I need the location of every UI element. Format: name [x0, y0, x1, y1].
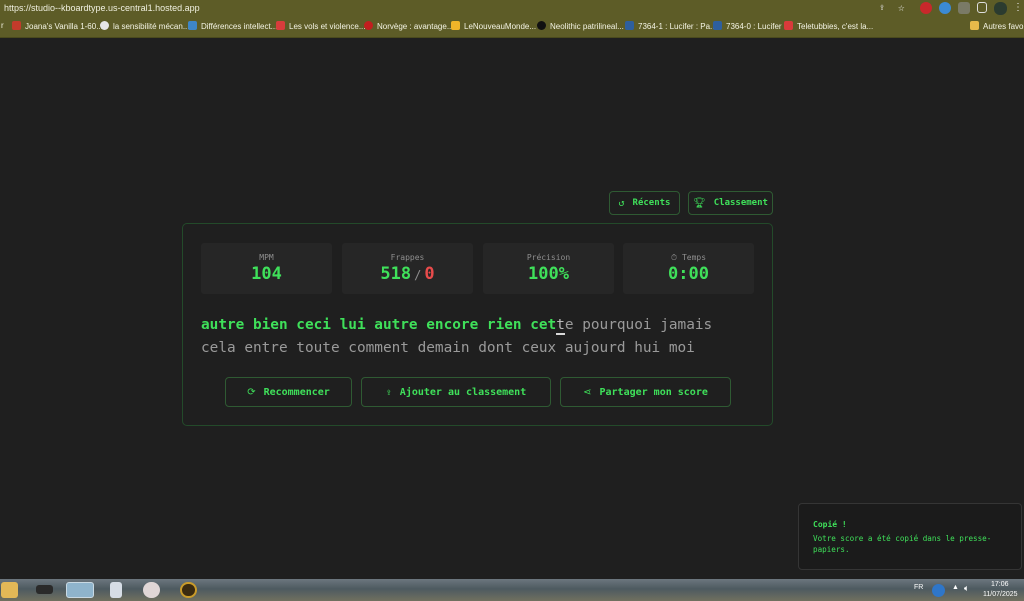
bookmark-favicon-icon	[12, 21, 21, 30]
bookmark-item-other[interactable]: Autres favoris	[970, 21, 1024, 31]
share-icon: ⋖	[583, 386, 592, 398]
keystrokes-stat: Frappes 518/0	[342, 243, 473, 294]
recent-button[interactable]: ↺ Récents	[609, 191, 680, 215]
bookmark-item[interactable]: 7364-1 : Lucifer : Pa...	[625, 21, 717, 31]
help-icon[interactable]	[932, 584, 945, 597]
time-value: 0:00	[668, 264, 709, 284]
sidebar-icon[interactable]	[977, 2, 987, 13]
time-stat: ⏱︎ Temps 0:00	[623, 243, 754, 294]
bookmark-favicon-icon	[364, 21, 373, 30]
bookmark-item[interactable]: la sensibilité mécan...	[100, 21, 189, 31]
time-label-row: ⏱︎ Temps	[670, 253, 707, 262]
bookmark-favicon-icon	[784, 21, 793, 30]
upload-icon: ⇪	[385, 386, 392, 398]
trophy-icon: 🏆︎	[693, 197, 706, 209]
clock-date[interactable]: 11/07/2025	[983, 591, 1018, 598]
bookmark-item[interactable]: Joana's Vanilla 1-60...	[12, 21, 103, 31]
bookmarks-bar: r Joana's Vanilla 1-60... la sensibilité…	[0, 17, 1024, 38]
leaderboard-button[interactable]: 🏆︎ Classement	[688, 191, 773, 215]
bookmark-star-icon[interactable]: ☆	[898, 1, 910, 14]
share-icon[interactable]: ⇪	[879, 2, 891, 14]
typing-text: autre bien ceci lui autre encore rien ce…	[201, 314, 761, 360]
bookmark-favicon-icon	[451, 21, 460, 30]
browser-address-bar[interactable]: https://studio--kboardtype.us-central1.h…	[0, 0, 1024, 17]
keystrokes-label: Frappes	[390, 253, 425, 262]
toast-message: Votre score a été copié dans le presse-p…	[813, 534, 992, 554]
url-text[interactable]: https://studio--kboardtype.us-central1.h…	[4, 3, 200, 13]
window-app-icon[interactable]	[66, 582, 94, 598]
pending-text-line2: cela entre toute comment demain dont ceu…	[201, 340, 695, 356]
bookmark-favicon-icon	[100, 21, 109, 30]
bookmark-item[interactable]: Teletubbies, c'est la...	[784, 21, 873, 31]
extensions-puzzle-icon[interactable]	[958, 2, 970, 14]
add-to-leaderboard-button[interactable]: ⇪ Ajouter au classement	[361, 377, 551, 407]
folder-icon	[970, 21, 979, 30]
wpm-stat: MPM 104	[201, 243, 332, 294]
bookmark-favicon-icon	[188, 21, 197, 30]
bookmark-item[interactable]: r	[1, 21, 4, 30]
bookmark-item[interactable]: LeNouveauMonde...	[451, 21, 536, 31]
bookmark-favicon-icon	[537, 21, 546, 30]
keystrokes-value: 518/0	[342, 264, 473, 284]
bookmark-favicon-icon	[713, 21, 722, 30]
error-keystrokes: 0	[424, 264, 435, 284]
timer-icon: ⏱︎	[670, 253, 682, 262]
results-card: MPM 104 Frappes 518/0 Précision 100% ⏱︎ …	[182, 223, 773, 426]
clock-time[interactable]: 17:06	[991, 581, 1009, 588]
language-indicator[interactable]: FR	[914, 584, 923, 591]
app-icon[interactable]	[36, 585, 53, 594]
extension-icon[interactable]	[920, 2, 932, 14]
bookmark-item[interactable]: Norvège : avantage...	[364, 21, 454, 31]
file-explorer-icon[interactable]	[1, 582, 18, 598]
share-score-button[interactable]: ⋖ Partager mon score	[560, 377, 731, 407]
extension-icon[interactable]	[939, 2, 951, 14]
bookmark-item[interactable]: Les vols et violence...	[276, 21, 365, 31]
keystrokes-separator: /	[414, 268, 422, 282]
history-icon: ↺	[618, 197, 625, 209]
tray-arrow-icon[interactable]: ▲	[952, 584, 959, 591]
app-icon[interactable]	[143, 582, 160, 598]
volume-icon[interactable]: 🔈︎	[964, 583, 969, 594]
bookmark-favicon-icon	[276, 21, 285, 30]
restart-button[interactable]: ⟳ Recommencer	[225, 377, 352, 407]
bookmark-item[interactable]: Neolithic patrilineal...	[537, 21, 624, 31]
accuracy-value: 100%	[528, 264, 569, 284]
wow-icon[interactable]	[180, 582, 197, 598]
refresh-icon: ⟳	[247, 386, 256, 398]
toast-notification: Copié ! Votre score a été copié dans le …	[798, 503, 1022, 570]
text-cursor: t	[556, 317, 565, 335]
menu-icon[interactable]: ⋮	[1013, 2, 1024, 14]
wpm-value: 104	[251, 264, 282, 284]
accuracy-stat: Précision 100%	[483, 243, 614, 294]
typed-text: autre bien ceci lui autre encore rien ce…	[201, 317, 557, 333]
bookmark-item[interactable]: 7364-0 : Lucifer	[713, 21, 782, 31]
pending-text: e pourquoi jamais	[564, 317, 713, 333]
taskbar: FR ▲ 🔈︎ 17:06 11/07/2025	[0, 579, 1024, 601]
toast-title: Copié !	[813, 520, 847, 529]
wpm-label: MPM	[259, 253, 274, 262]
notepad-icon[interactable]	[110, 582, 122, 598]
avatar[interactable]	[994, 2, 1007, 15]
bookmark-item[interactable]: Différences intellect...	[188, 21, 277, 31]
correct-keystrokes: 518	[380, 264, 412, 284]
accuracy-label: Précision	[526, 253, 571, 262]
bookmark-favicon-icon	[625, 21, 634, 30]
